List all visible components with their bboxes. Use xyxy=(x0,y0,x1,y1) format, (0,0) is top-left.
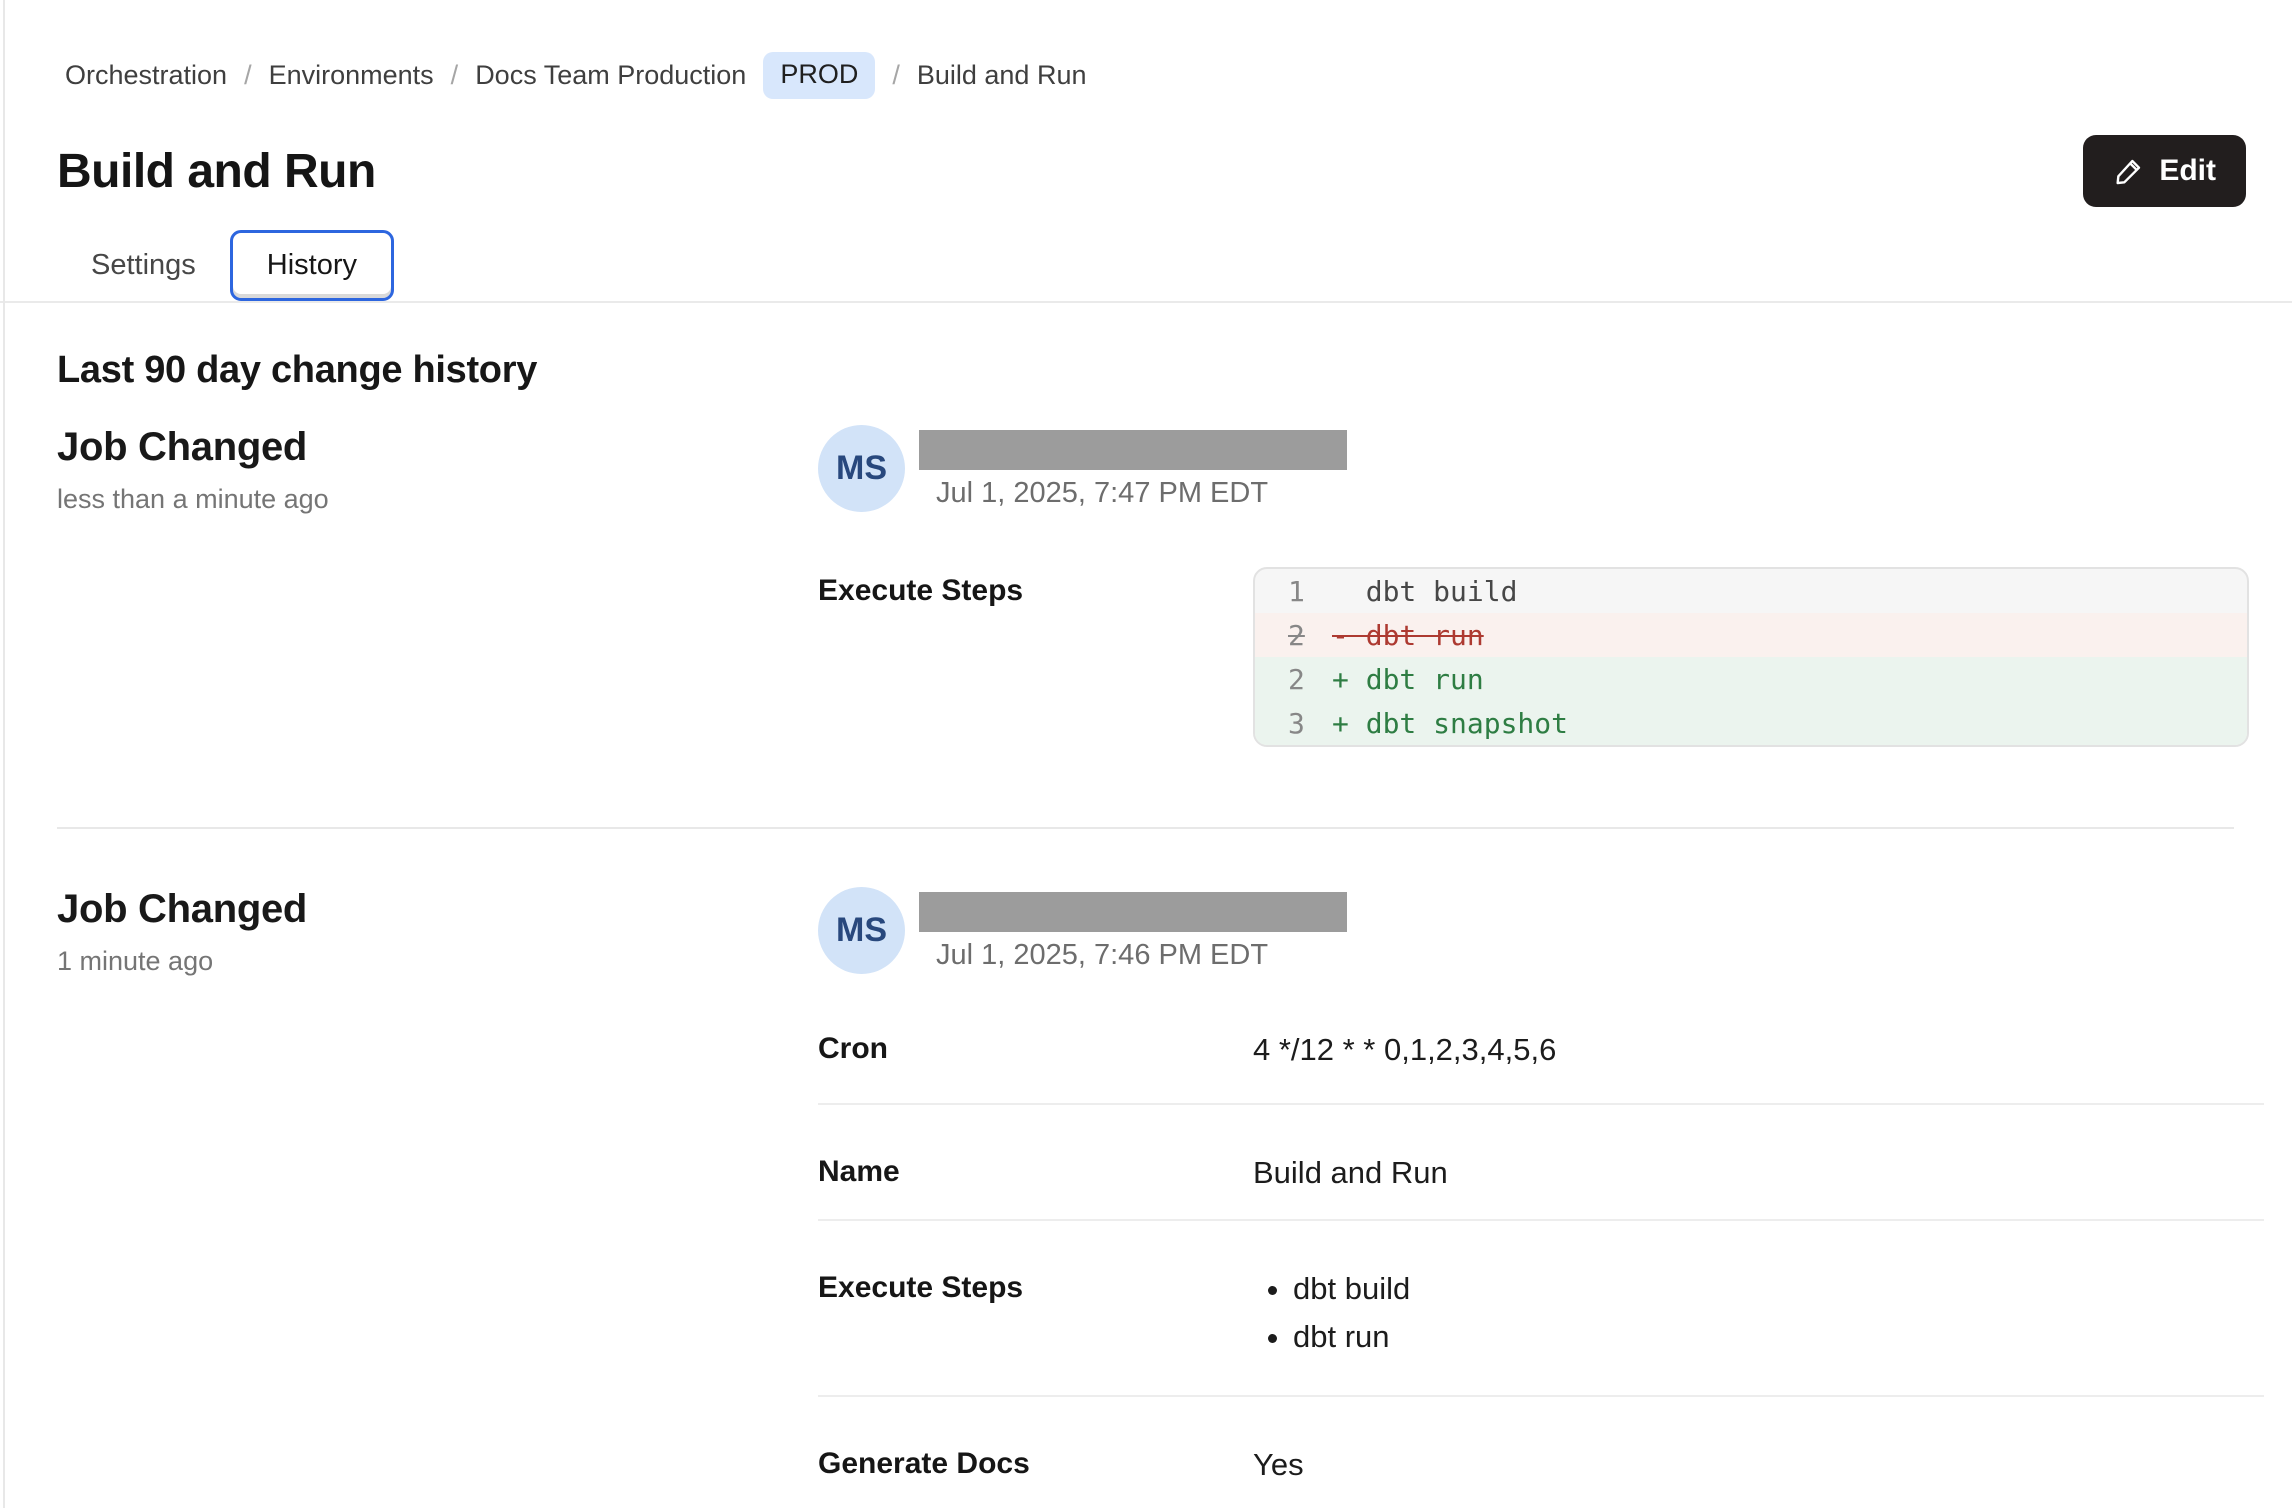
entry-summary: Job Changed less than a minute ago xyxy=(57,425,818,747)
diff-line-context: 1 dbt build xyxy=(1255,569,2247,613)
diff-line-number: 3 xyxy=(1255,707,1311,740)
edit-button-label: Edit xyxy=(2159,154,2216,188)
tab-history[interactable]: History xyxy=(230,230,394,301)
execute-step-item: dbt build xyxy=(1293,1271,2264,1307)
diff-line-text: + dbt snapshot xyxy=(1311,707,1568,740)
field-label: Cron xyxy=(818,1032,1253,1066)
section-heading: Last 90 day change history xyxy=(57,349,2264,392)
breadcrumb-environment-name[interactable]: Docs Team Production xyxy=(475,60,746,91)
edit-button[interactable]: Edit xyxy=(2083,135,2246,207)
entry-relative-time: 1 minute ago xyxy=(57,946,818,977)
diff-line-number: 2 xyxy=(1255,619,1311,652)
cron-row: Cron 4 */12 * * 0,1,2,3,4,5,6 xyxy=(818,974,2264,1103)
author-meta: Jul 1, 2025, 7:47 PM EDT xyxy=(919,425,1347,510)
generate-docs-row: Generate Docs Yes xyxy=(818,1397,2264,1508)
field-value: Build and Run xyxy=(1253,1155,2264,1191)
field-label: Execute Steps xyxy=(818,1271,1253,1305)
diff-line-text: + dbt run xyxy=(1311,663,1484,696)
execute-step-item: dbt run xyxy=(1293,1319,2264,1355)
field-value: 4 */12 * * 0,1,2,3,4,5,6 xyxy=(1253,1032,2264,1068)
diff-line-number: 2 xyxy=(1255,663,1311,696)
diff-line-number: 1 xyxy=(1255,575,1311,608)
tab-settings[interactable]: Settings xyxy=(57,233,230,298)
field-value: Yes xyxy=(1253,1447,2264,1483)
field-label: Generate Docs xyxy=(818,1447,1253,1481)
execute-steps-diff-row: Execute Steps 1 dbt build 2 - dbt run 2 … xyxy=(818,574,2264,747)
diff-line-added: 2 + dbt run xyxy=(1255,657,2247,701)
breadcrumb-separator: / xyxy=(244,60,252,91)
avatar: MS xyxy=(818,425,905,512)
diff-line-text: - dbt run xyxy=(1311,619,1484,652)
tab-bar: Settings History xyxy=(57,229,2264,301)
entry-timestamp: Jul 1, 2025, 7:46 PM EDT xyxy=(919,939,1347,972)
diff-line-text: dbt build xyxy=(1311,575,1517,608)
page-header: Build and Run Edit xyxy=(57,135,2264,207)
author-meta: Jul 1, 2025, 7:46 PM EDT xyxy=(919,887,1347,972)
environment-prod-badge: PROD xyxy=(763,52,875,99)
redacted-username-bar xyxy=(919,430,1347,470)
entry-title: Job Changed xyxy=(57,887,818,932)
diff-line-added: 3 + dbt snapshot xyxy=(1255,701,2247,745)
change-entry: Job Changed less than a minute ago MS Ju… xyxy=(57,425,2264,747)
page-title: Build and Run xyxy=(57,144,376,199)
entry-title: Job Changed xyxy=(57,425,818,470)
entry-details: MS Jul 1, 2025, 7:47 PM EDT Execute Step… xyxy=(818,425,2264,747)
field-label: Execute Steps xyxy=(818,574,1253,608)
entry-summary: Job Changed 1 minute ago xyxy=(57,887,818,1508)
redacted-username-bar xyxy=(919,892,1347,932)
entry-author-row: MS Jul 1, 2025, 7:47 PM EDT xyxy=(818,425,2264,512)
breadcrumb-orchestration[interactable]: Orchestration xyxy=(65,60,227,91)
entry-divider xyxy=(57,827,2234,829)
breadcrumb-separator: / xyxy=(892,60,900,91)
tabs-divider xyxy=(0,301,2292,303)
field-label: Name xyxy=(818,1155,1253,1189)
execute-steps-row: Execute Steps dbt build dbt run xyxy=(818,1221,2264,1395)
entry-relative-time: less than a minute ago xyxy=(57,484,818,515)
entry-details: MS Jul 1, 2025, 7:46 PM EDT Cron 4 */12 … xyxy=(818,887,2264,1508)
history-content: Last 90 day change history Job Changed l… xyxy=(0,349,2292,1508)
change-entry: Job Changed 1 minute ago MS Jul 1, 2025,… xyxy=(57,887,2264,1508)
execute-steps-diff-block: 1 dbt build 2 - dbt run 2 + dbt run 3 + … xyxy=(1253,567,2249,747)
job-history-page: Orchestration / Environments / Docs Team… xyxy=(0,0,2292,301)
breadcrumb-current-page: Build and Run xyxy=(917,60,1087,91)
entry-timestamp: Jul 1, 2025, 7:47 PM EDT xyxy=(919,477,1347,510)
execute-steps-list: dbt build dbt run xyxy=(1253,1271,2264,1367)
pencil-icon xyxy=(2113,155,2145,187)
diff-line-removed: 2 - dbt run xyxy=(1255,613,2247,657)
entry-author-row: MS Jul 1, 2025, 7:46 PM EDT xyxy=(818,887,2264,974)
content-left-border xyxy=(3,0,5,1508)
breadcrumb-environments[interactable]: Environments xyxy=(269,60,434,91)
name-row: Name Build and Run xyxy=(818,1105,2264,1219)
breadcrumb: Orchestration / Environments / Docs Team… xyxy=(57,52,2264,99)
breadcrumb-separator: / xyxy=(451,60,459,91)
avatar: MS xyxy=(818,887,905,974)
